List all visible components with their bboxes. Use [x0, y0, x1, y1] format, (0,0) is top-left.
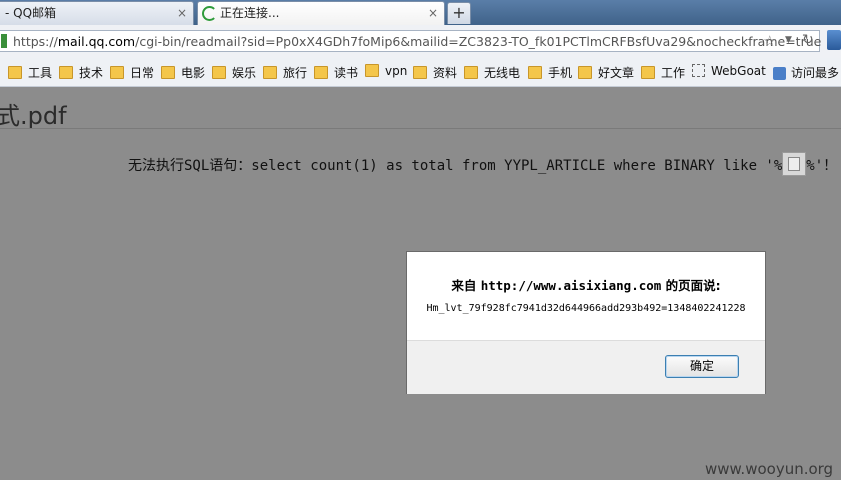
watermark: www.wooyun.org — [705, 460, 834, 478]
folder-icon — [578, 66, 592, 79]
bookmark-star-icon[interactable]: ☆ — [763, 32, 776, 50]
secure-lock-icon — [1, 34, 7, 48]
address-bar[interactable]: https://mail.qq.com/cgi-bin/readmail?sid… — [0, 30, 821, 52]
bookmark-folder[interactable]: 日常 — [110, 64, 154, 81]
close-tab-icon[interactable]: × — [428, 2, 438, 24]
page-title: 式.pdf — [0, 102, 67, 130]
folder-icon — [314, 66, 328, 79]
folder-icon — [413, 66, 427, 79]
reload-icon[interactable]: ↻ — [802, 32, 814, 48]
bookmark-folder[interactable]: 工作 — [641, 64, 685, 81]
sql-error-message: 无法执行SQL语句：select count(1) as total from … — [128, 152, 837, 176]
loading-spinner-icon — [202, 6, 217, 21]
bookmark-folder[interactable]: 旅行 — [263, 64, 307, 81]
bookmark-folder[interactable]: 读书 — [314, 64, 358, 81]
bookmark-folder[interactable]: 资料 — [413, 64, 457, 81]
navigation-bar: https://mail.qq.com/cgi-bin/readmail?sid… — [0, 25, 841, 59]
folder-icon — [110, 66, 124, 79]
bookmark-folder[interactable]: 电影 — [161, 64, 205, 81]
most-visited-icon — [773, 67, 786, 80]
bookmark-folder[interactable]: 无线电 — [464, 64, 520, 81]
folder-icon — [528, 66, 542, 79]
extension-icon[interactable] — [827, 30, 841, 50]
folder-icon — [464, 66, 478, 79]
folder-icon — [263, 66, 277, 79]
divider — [0, 128, 841, 129]
dialog-footer: 确定 — [407, 340, 765, 394]
url-domain: mail.qq.com — [57, 34, 136, 49]
tab-label: 正在连接... — [220, 6, 280, 20]
folder-icon — [59, 66, 73, 79]
folder-icon — [365, 64, 379, 77]
dialog-message: Hm_lvt_79f928fc7941d32d644966add293b492=… — [426, 303, 746, 314]
tab-connecting[interactable]: 正在连接... × — [197, 1, 445, 25]
dialog-title: 来自 http://www.aisixiang.com 的页面说: — [451, 278, 721, 293]
folder-icon — [641, 66, 655, 79]
ok-button[interactable]: 确定 — [665, 355, 739, 378]
alert-dialog: 来自 http://www.aisixiang.com 的页面说: Hm_lvt… — [406, 251, 766, 394]
bookmark-folder[interactable]: 技术 — [59, 64, 103, 81]
bookmarks-bar: 工具 技术 日常 电影 娱乐 旅行 读书 vpn 资料 无线电 手机 好文章 工… — [0, 58, 841, 87]
bookmark-webgoat[interactable]: WebGoat — [692, 64, 766, 78]
tab-qq-mail[interactable]: - QQ邮箱 × — [0, 1, 194, 25]
close-tab-icon[interactable]: × — [177, 2, 187, 24]
bookmark-folder[interactable]: 手机 — [528, 64, 572, 81]
url-text[interactable]: https://mail.qq.com/cgi-bin/readmail?sid… — [13, 34, 821, 49]
folder-icon — [161, 66, 175, 79]
url-scheme: https:// — [13, 34, 58, 49]
bookmark-folder[interactable]: vpn — [365, 64, 407, 78]
page-icon — [692, 64, 705, 77]
bookmark-folder[interactable]: 好文章 — [578, 64, 634, 81]
folder-icon — [212, 66, 226, 79]
broken-image-icon — [782, 152, 807, 176]
bookmark-folder[interactable]: 工具 — [8, 64, 52, 81]
bookmark-most-visited[interactable]: 访问最多 — [773, 64, 839, 81]
bookmark-folder[interactable]: 娱乐 — [212, 64, 256, 81]
folder-icon — [8, 66, 22, 79]
tab-label: - QQ邮箱 — [5, 6, 57, 20]
tab-bar: - QQ邮箱 × 正在连接... × + — [0, 0, 841, 25]
new-tab-button[interactable]: + — [447, 2, 471, 24]
history-dropdown-icon[interactable]: ▼ — [785, 35, 792, 45]
url-path: /cgi-bin/readmail?sid=Pp0xX4GDh7foMip6&m… — [135, 34, 822, 49]
